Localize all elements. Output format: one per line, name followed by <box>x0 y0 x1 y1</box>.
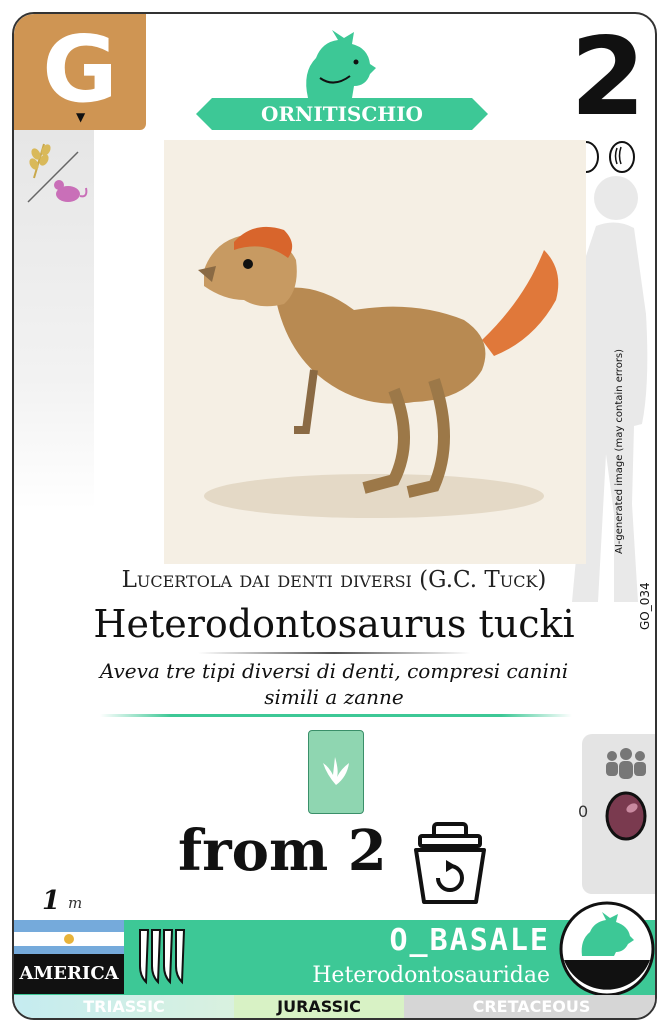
card-number: 2 <box>570 15 646 140</box>
height-unit: m <box>68 894 83 912</box>
height-value: 1 <box>42 886 61 916</box>
period-cretaceous: CRETACEOUS <box>404 995 655 1018</box>
family-name: Heterodontosauridae <box>312 963 550 988</box>
wheat-icon <box>29 143 51 179</box>
triceratops-icon <box>306 30 376 98</box>
footprint-card-icon <box>308 730 364 814</box>
card-code: GO_034 <box>638 582 652 630</box>
diet-icons <box>27 143 88 203</box>
period-jurassic: JURASSIC <box>234 995 404 1018</box>
period-bar: TRIASSIC JURASSIC CRETACEOUS <box>14 995 655 1018</box>
mouse-icon <box>54 180 88 202</box>
description-divider <box>100 714 572 717</box>
common-name: Lucertola dai denti diversi (G.C. Tuck) <box>121 567 547 593</box>
cost-text: from 2 <box>178 818 387 884</box>
gem-icon <box>605 791 647 841</box>
category-marker: ▼ <box>76 110 86 124</box>
category-badge: G ▼ <box>14 14 146 130</box>
dinosaur-card: G ▼ ORNITISCHIO 2 AI-generated image (ma… <box>12 12 657 1020</box>
herd-icon <box>606 748 646 779</box>
herd-count: 0 <box>578 802 589 821</box>
dinosaur-illustration <box>164 140 586 564</box>
region-label: AMERICA <box>14 954 124 994</box>
name-divider <box>198 652 470 654</box>
scientific-name: Heterodontosaurus tucki <box>93 602 575 646</box>
group-name: O_BASALE <box>389 923 550 958</box>
category-letter: G <box>42 16 118 123</box>
discard-pile-icon <box>414 822 486 904</box>
claws-icon <box>139 929 186 985</box>
description: Aveva tre tipi diversi di denti, compres… <box>99 659 569 709</box>
family-triceratops-icon <box>559 901 655 997</box>
clade-label: ORNITISCHIO <box>261 102 423 126</box>
ai-disclaimer: AI-generated image (may contain errors) <box>614 348 625 554</box>
period-triassic: TRIASSIC <box>14 995 234 1018</box>
